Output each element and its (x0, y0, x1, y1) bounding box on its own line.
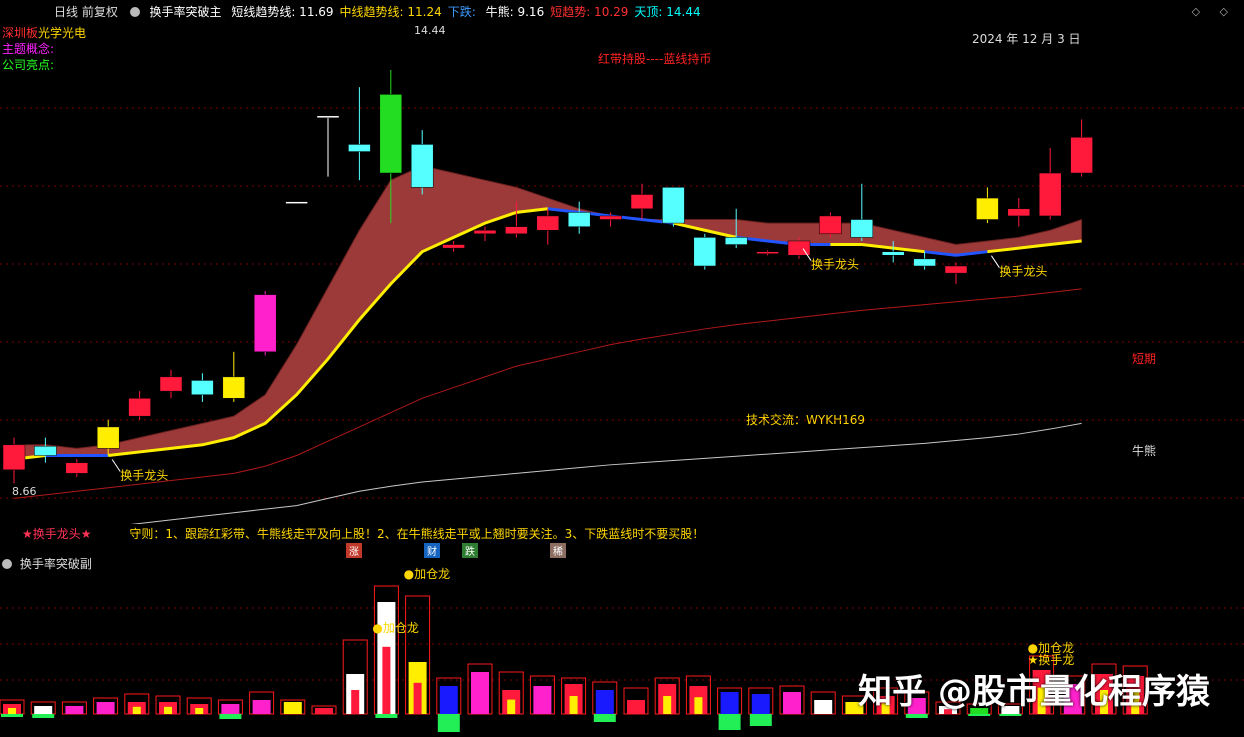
watermark: 知乎 @股市量化程序猿 (858, 672, 1210, 712)
volume-bar (439, 686, 458, 714)
candle-body (819, 215, 842, 235)
candle-body (1070, 137, 1093, 174)
volume-neg-bar (749, 714, 772, 726)
settings-gear-icon[interactable] (129, 7, 140, 17)
volume-neg-bar (968, 714, 991, 716)
candle-body (662, 187, 685, 224)
period-label[interactable]: 日线 前复权 (54, 5, 118, 19)
candle-body (787, 240, 811, 256)
candle-body (379, 94, 403, 174)
header-value-3: 牛熊: 9.16 (485, 5, 545, 19)
volume-inner-bar (164, 706, 172, 714)
volume-bar (814, 700, 833, 714)
indicator-name[interactable]: 换手率突破主 (149, 5, 221, 19)
signal-pointer (990, 255, 1000, 268)
volume-neg-bar (999, 714, 1022, 716)
candle-body (1007, 208, 1031, 217)
volume-bar (627, 700, 645, 714)
volume-inner-bar (694, 697, 703, 714)
candle-body (96, 426, 120, 449)
candle-body (128, 398, 151, 417)
candle-body (913, 258, 936, 267)
indicator-values: 短线趋势线: 11.69 中线趋势线: 11.24 下跌: 牛熊: 9.16 短趋势:… (231, 5, 706, 19)
main-candle-chart[interactable]: 换手龙头换手龙头换手龙头 (0, 24, 1244, 524)
add-position-label: ●加仓龙 (404, 567, 450, 581)
header-value-4: 短趋势: 10.29 (550, 5, 629, 19)
candle-body (881, 251, 905, 256)
add-position-label: ●加仓龙 (372, 621, 418, 635)
volume-inner-bar (351, 690, 360, 714)
volume-bar (471, 672, 489, 714)
volume-neg-bar (219, 714, 242, 719)
candle-body (1038, 172, 1062, 217)
volume-neg-bar (437, 714, 460, 732)
header-value-5: 天顶: 14.44 (634, 5, 701, 19)
candle-body (976, 197, 999, 220)
volume-neg-bar (905, 714, 928, 718)
candle-body (191, 380, 214, 395)
volume-inner-bar (8, 708, 16, 714)
volume-bar (34, 706, 53, 714)
volume-bar (751, 694, 770, 714)
candle-body (724, 237, 748, 245)
candle-body (536, 215, 560, 231)
signal-label: 换手龙头 (120, 469, 168, 483)
candle-body (442, 244, 465, 249)
volume-bar (96, 702, 115, 714)
candle-body (285, 201, 308, 204)
candle-body (410, 144, 434, 188)
candle-body (473, 229, 497, 235)
volume-inner-bar (132, 706, 141, 714)
volume-bar (315, 708, 333, 714)
signal-legend: ★换手龙头★ (22, 527, 92, 541)
candle-body (253, 294, 277, 353)
header-value-2: 下跌: (447, 5, 480, 19)
volume-inner-bar (382, 646, 391, 714)
candle-body (850, 219, 874, 238)
candle-body (630, 194, 654, 210)
candle-body (567, 212, 591, 227)
candle-body (756, 251, 779, 254)
volume-bar (221, 704, 240, 714)
candle-body (222, 376, 246, 399)
indicator-header: 日线 前复权 换手率突破主 短线趋势线: 11.69 中线趋势线: 11.24 下跌… (0, 0, 1244, 24)
volume-inner-bar (569, 696, 578, 714)
candle-body (944, 265, 968, 274)
volume-neg-bar (32, 714, 55, 718)
header-value-1: 中线趋势线: 11.24 (339, 5, 442, 19)
volume-bar (783, 692, 801, 714)
volume-bar (595, 690, 614, 714)
volume-bar (65, 706, 84, 714)
signal-label: 换手龙头 (811, 258, 859, 272)
volume-neg-bar (593, 714, 616, 722)
short-term-line (13, 288, 1082, 499)
signal-pointer (111, 459, 121, 472)
volume-inner-bar (663, 696, 672, 714)
volume-neg-bar (375, 714, 398, 718)
volume-inner-bar (507, 699, 516, 714)
candle-body (599, 215, 622, 220)
candle-body (505, 226, 528, 235)
signal-label: 换手龙头 (999, 265, 1047, 279)
candle-body (316, 115, 340, 119)
volume-bar (720, 692, 739, 714)
volume-inner-bar (195, 708, 204, 714)
candle-body (34, 445, 57, 456)
volume-bar (283, 702, 302, 714)
candle-body (65, 462, 89, 474)
window-controls-icon[interactable]: ◇ ◇ (1192, 5, 1236, 18)
volume-bar (252, 700, 271, 714)
volume-inner-bar (413, 682, 422, 714)
volume-neg-bar (718, 714, 741, 730)
candle-body (693, 237, 717, 267)
candle-body (159, 376, 183, 392)
volume-bar (533, 686, 552, 714)
header-value-0: 短线趋势线: 11.69 (231, 5, 334, 19)
volume-neg-bar (1, 714, 23, 717)
candle-body (2, 444, 26, 471)
rule-text: 守则：1、跟踪红彩带、牛熊线走平及向上股！2、在牛熊线走平或上翘时要关注。3、下… (129, 527, 705, 541)
candle-body (348, 144, 371, 152)
